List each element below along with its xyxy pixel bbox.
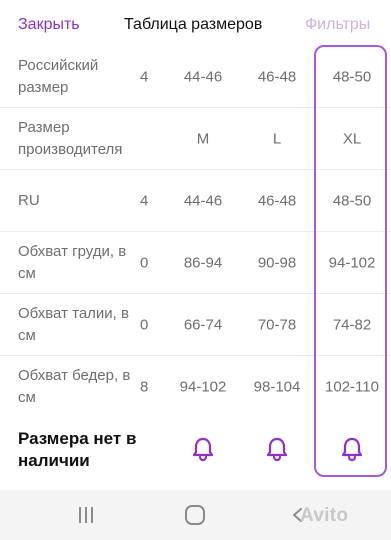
bell-icon[interactable] (340, 436, 364, 462)
row-label: Обхват талии, в см (18, 304, 129, 344)
size-cell: 8 (140, 378, 149, 396)
size-cell: 44-46 (183, 192, 223, 209)
size-cell: 46-48 (257, 68, 297, 85)
row-label: RU (18, 191, 40, 209)
size-cell: XL (342, 130, 362, 147)
size-cell: 74-82 (332, 316, 372, 333)
size-cell: 94-102 (179, 378, 227, 396)
home-icon[interactable] (184, 504, 206, 526)
top-bar: Закрыть Таблица размеров Фильтры (0, 0, 391, 50)
row-label: Обхват бедер, в см (18, 367, 131, 406)
size-cell: 90-98 (257, 254, 297, 271)
size-cell: 44-46 (183, 68, 223, 85)
row-label: Российский размер (18, 56, 99, 96)
table-row: Российский размер 4 44-46 46-48 48-50 (0, 46, 391, 108)
availability-row: Размера нет в наличии (0, 418, 391, 482)
size-cell: 102-110 (325, 378, 379, 396)
avito-watermark: Avito (300, 505, 349, 526)
size-cell: 48-50 (332, 192, 372, 209)
size-table: Российский размер 4 44-46 46-48 48-50 Ра… (0, 46, 391, 418)
size-cell: 98-104 (253, 378, 301, 396)
row-label: Обхват груди, в см (18, 242, 127, 282)
size-cell: M (196, 130, 210, 147)
size-cell: 86-94 (183, 254, 223, 271)
size-cell: L (272, 130, 282, 147)
size-cell: 0 (140, 254, 149, 271)
size-cell: 70-78 (257, 316, 297, 333)
table-row: Обхват груди, в см 0 86-94 90-98 94-102 (0, 232, 391, 294)
size-cell: 48-50 (332, 68, 372, 85)
size-cell: 4 (140, 192, 149, 209)
availability-label: Размера нет в наличии (18, 429, 137, 470)
size-cell: 46-48 (257, 192, 297, 209)
table-row: RU 4 44-46 46-48 48-50 (0, 170, 391, 232)
size-cell: 94-102 (328, 254, 376, 271)
table-row: Обхват талии, в см 0 66-74 70-78 74-82 (0, 294, 391, 356)
bell-icon[interactable] (191, 436, 215, 462)
size-cell: 4 (140, 68, 149, 85)
close-button[interactable]: Закрыть (18, 16, 80, 34)
filters-button[interactable]: Фильтры (305, 16, 370, 34)
recent-apps-icon[interactable] (76, 506, 96, 524)
row-label: Размер производителя (18, 118, 123, 158)
table-row: Обхват бедер, в см 8 94-102 98-104 102-1… (0, 356, 391, 418)
size-cell: 66-74 (183, 316, 223, 333)
table-row: Размер производителя M L XL (0, 108, 391, 170)
size-cell: 0 (140, 316, 149, 333)
page-title: Таблица размеров (124, 16, 263, 33)
bell-icon[interactable] (265, 436, 289, 462)
